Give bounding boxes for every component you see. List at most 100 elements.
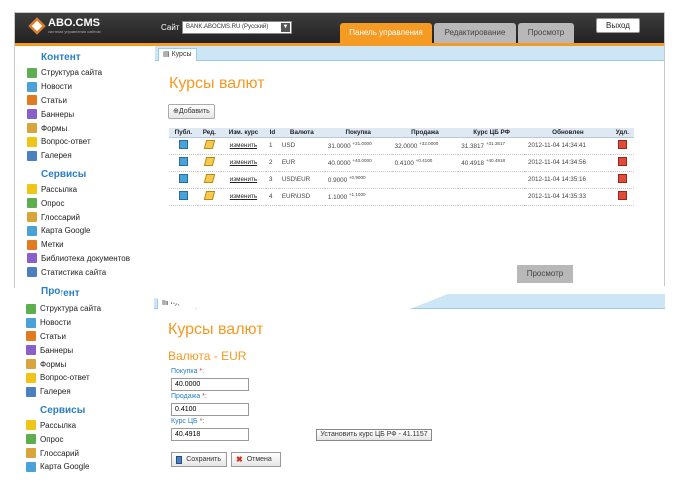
sidebar-item-forms[interactable]: Формы bbox=[15, 121, 155, 135]
sidebar-section-services: Сервисы bbox=[41, 168, 87, 180]
buy-label: Покупка *: bbox=[171, 368, 205, 375]
save-button[interactable]: Сохранить bbox=[171, 452, 227, 467]
delete-icon[interactable] bbox=[617, 174, 627, 183]
sidebar-item-label: Вопрос-ответ bbox=[40, 373, 90, 383]
sidebar-item-glossary[interactable]: Глоссарий bbox=[14, 446, 154, 460]
change-rate-link[interactable]: изменить bbox=[230, 159, 257, 166]
change-rate-link[interactable]: изменить bbox=[230, 142, 257, 149]
row-buy: 31.0000 bbox=[327, 143, 351, 151]
sidebar-item-articles[interactable]: Статьи bbox=[14, 330, 154, 344]
sidebar-item-faq[interactable]: Вопрос-ответ bbox=[15, 135, 155, 149]
required-mark: * bbox=[199, 418, 203, 425]
row-cbr-sup: +31.3817 bbox=[485, 140, 506, 146]
row-currency: EUR bbox=[278, 154, 325, 172]
edit-icon[interactable] bbox=[203, 174, 216, 183]
column-header: Валюта bbox=[278, 128, 325, 138]
sidebar-item-gallery[interactable]: Галерея bbox=[14, 385, 154, 399]
edit-icon[interactable] bbox=[203, 157, 216, 166]
row-sell: 32.0000 bbox=[394, 143, 418, 151]
cbr-label: Курс ЦБ *: bbox=[171, 418, 205, 425]
tab-view[interactable]: Просмотр bbox=[518, 23, 574, 43]
sitemap-icon bbox=[27, 67, 37, 78]
sidebar-item-label: Глоссарий bbox=[40, 448, 79, 458]
form-icon bbox=[26, 359, 36, 370]
tab-control-panel[interactable]: Панель управления bbox=[340, 23, 432, 43]
sidebar-item-label: Рассылка bbox=[41, 184, 78, 194]
buy-label-text: Покупка bbox=[171, 368, 198, 375]
row-sell: 0.4100 bbox=[394, 160, 414, 168]
sidebar-item-poll[interactable]: Опрос bbox=[14, 432, 154, 446]
sidebar-item-structure[interactable]: Структура сайта bbox=[15, 66, 155, 80]
chevron-down-icon[interactable]: ▼ bbox=[281, 23, 290, 32]
change-rate-link[interactable]: изменить bbox=[230, 176, 257, 183]
site-label: Сайт bbox=[161, 23, 180, 32]
sidebar-item-faq[interactable]: Вопрос-ответ bbox=[14, 371, 154, 385]
add-button-label: Добавить bbox=[178, 108, 210, 115]
sidebar-item-label: Метки bbox=[41, 240, 64, 250]
overlay-partial-services-title: Про bbox=[40, 286, 62, 297]
exit-button[interactable]: Выход bbox=[596, 18, 640, 33]
row-updated: 2012-11-04 14:34:41 bbox=[525, 137, 611, 155]
delete-icon[interactable] bbox=[617, 191, 627, 200]
banner-icon bbox=[26, 345, 36, 356]
sidebar-item-google-map[interactable]: Карта Google bbox=[15, 224, 155, 238]
required-mark: * bbox=[202, 393, 205, 400]
publish-icon[interactable] bbox=[178, 157, 188, 166]
library-icon bbox=[27, 253, 37, 264]
sidebar-item-mailing[interactable]: Рассылка bbox=[15, 183, 155, 197]
row-id: 1 bbox=[265, 137, 279, 155]
logo-subtitle: система управления сайтом bbox=[48, 29, 101, 34]
add-button[interactable]: ⊕Добавить bbox=[168, 104, 215, 119]
row-updated: 2012-11-04 14:35:33 bbox=[525, 188, 611, 206]
cbr-field[interactable] bbox=[171, 428, 249, 441]
sidebar-item-label: Статьи bbox=[41, 95, 67, 105]
articles-icon bbox=[26, 331, 36, 342]
logo[interactable]: ABO.CMS система управления сайтом bbox=[28, 18, 101, 35]
delete-icon[interactable] bbox=[617, 140, 627, 149]
sidebar-item-label: Статьи bbox=[40, 331, 66, 341]
sidebar-item-label: Рассылка bbox=[40, 420, 77, 430]
row-buy-sup: +31.0000 bbox=[352, 140, 372, 146]
sitemap-icon bbox=[26, 303, 36, 314]
publish-icon[interactable] bbox=[178, 174, 188, 183]
site-select[interactable]: BANK.ABOCMS.RU (Русский) ▼ bbox=[182, 21, 292, 34]
row-sell-sup: +32.0000 bbox=[419, 140, 439, 146]
tab-editing[interactable]: Редактирование bbox=[434, 23, 516, 43]
publish-icon[interactable] bbox=[178, 140, 188, 149]
doc-icon: ▤ bbox=[163, 51, 172, 58]
breadcrumb-label: Курсы bbox=[171, 51, 192, 58]
sidebar-item-stats[interactable]: Статистика сайта bbox=[15, 265, 155, 279]
overlay-tab-view[interactable]: Просмотр bbox=[517, 265, 573, 283]
sidebar-item-gallery[interactable]: Галерея bbox=[15, 149, 155, 163]
sidebar-item-poll[interactable]: Опрос bbox=[15, 196, 155, 210]
sidebar-item-label: Опрос bbox=[41, 198, 65, 208]
buy-field[interactable] bbox=[171, 378, 249, 391]
change-rate-link[interactable]: изменить bbox=[230, 193, 257, 200]
delete-icon[interactable] bbox=[617, 157, 627, 166]
edit-icon[interactable] bbox=[203, 140, 216, 149]
sidebar-item-banners[interactable]: Баннеры bbox=[14, 343, 154, 357]
sidebar-item-mailing[interactable]: Рассылка bbox=[14, 419, 154, 433]
sell-field[interactable] bbox=[171, 403, 249, 416]
sidebar-item-documents[interactable]: Библиотека документов bbox=[15, 252, 155, 266]
page-title: Курсы валют bbox=[168, 321, 264, 338]
banner-icon bbox=[27, 109, 37, 120]
sidebar-item-label: Опрос bbox=[40, 434, 64, 444]
sidebar-item-news[interactable]: Новости bbox=[14, 316, 154, 330]
publish-icon[interactable] bbox=[178, 191, 188, 200]
globe-icon bbox=[27, 225, 37, 236]
set-cbr-rate-button[interactable]: Установить курс ЦБ РФ - 41.1157 bbox=[316, 429, 432, 441]
sidebar-item-banners[interactable]: Баннеры bbox=[15, 107, 155, 121]
sidebar-item-glossary[interactable]: Глоссарий bbox=[15, 210, 155, 224]
sidebar-item-articles[interactable]: Статьи bbox=[15, 94, 155, 108]
sidebar-item-news[interactable]: Новости bbox=[15, 80, 155, 94]
sidebar-item-structure[interactable]: Структура сайта bbox=[14, 302, 154, 316]
sidebar-item-label: Карта Google bbox=[41, 226, 91, 236]
required-mark: * bbox=[199, 368, 203, 375]
sidebar-item-google-map[interactable]: Карта Google bbox=[14, 460, 154, 474]
breadcrumb[interactable]: ▤ Курсы bbox=[158, 48, 197, 61]
sidebar-item-tags[interactable]: Метки bbox=[15, 238, 155, 252]
edit-icon[interactable] bbox=[203, 191, 216, 200]
cancel-button[interactable]: ✖ Отмена bbox=[231, 452, 281, 467]
sidebar-item-forms[interactable]: Формы bbox=[14, 357, 154, 371]
